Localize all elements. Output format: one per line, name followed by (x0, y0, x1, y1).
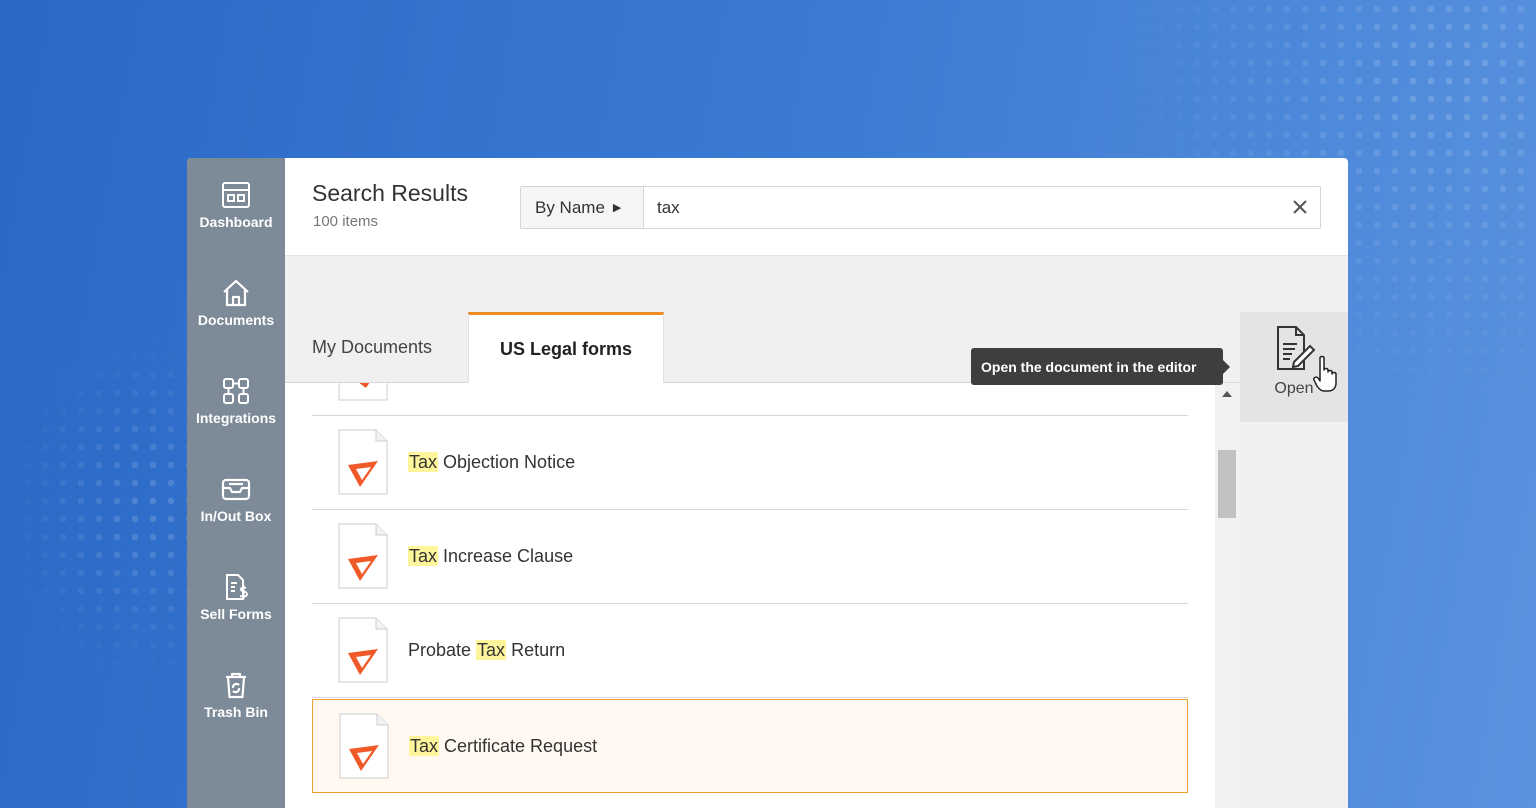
tab-my-documents[interactable]: My Documents (312, 312, 432, 383)
sidebar-item-label: Documents (197, 312, 275, 328)
document-icon (338, 523, 388, 589)
sidebar-item-inout-box[interactable]: In/Out Box (187, 474, 285, 554)
document-icon (338, 429, 388, 495)
open-label: Open (1274, 380, 1314, 397)
main-content: Search Results 100 items By Name ▶ My Do… (285, 158, 1348, 808)
app-window: Dashboard Documents Integrations In/Out … (187, 158, 1348, 808)
document-title: Tax Increase Clause (408, 546, 574, 566)
list-item-selected[interactable]: Tax Certificate Request (312, 699, 1188, 793)
sidebar-item-label: Trash Bin (204, 704, 268, 720)
header: Search Results 100 items By Name ▶ (285, 158, 1348, 256)
list-item[interactable]: Probate Tax Return (312, 604, 1188, 698)
search-highlight: Tax (408, 546, 439, 566)
results-count: 100 items (313, 213, 379, 230)
hand-cursor-icon (1313, 355, 1337, 392)
search-input[interactable] (645, 187, 1275, 228)
toolbar-area (285, 256, 1348, 312)
triangle-right-icon: ▶ (612, 202, 622, 214)
sidebar-item-dashboard[interactable]: Dashboard (187, 180, 285, 260)
close-icon[interactable] (1290, 197, 1310, 217)
inbox-icon (221, 474, 251, 504)
document-title: Probate Tax Return (408, 640, 566, 660)
sidebar-item-label: Sell Forms (200, 606, 272, 622)
open-tooltip: Open the document in the editor (971, 348, 1230, 385)
sidebar-item-label: Dashboard (199, 214, 273, 230)
search-mode-dropdown[interactable]: By Name ▶ (521, 187, 644, 228)
dashboard-icon (221, 180, 251, 210)
scroll-up-icon[interactable] (1222, 391, 1232, 397)
sidebar-item-documents[interactable]: Documents (187, 278, 285, 358)
tab-us-legal-forms[interactable]: US Legal forms (468, 312, 664, 384)
home-icon (221, 278, 251, 308)
results-list: Tax Objection Notice Tax Increase Clause… (285, 383, 1215, 808)
list-item[interactable]: Tax Objection Notice (312, 416, 1188, 510)
sell-forms-icon (221, 572, 251, 602)
sidebar-item-trash-bin[interactable]: Trash Bin (187, 670, 285, 750)
search-highlight: Tax (476, 640, 507, 660)
sidebar-item-integrations[interactable]: Integrations (187, 376, 285, 456)
list-item[interactable] (312, 383, 1188, 416)
document-title: Tax Certificate Request (409, 735, 598, 756)
search-bar: By Name ▶ (520, 186, 1321, 229)
sidebar-item-label: In/Out Box (200, 508, 272, 524)
document-icon (338, 617, 388, 683)
sidebar-item-sell-forms[interactable]: Sell Forms (187, 572, 285, 652)
document-icon (339, 713, 389, 779)
search-highlight: Tax (409, 735, 440, 756)
integrations-icon (221, 376, 251, 406)
scrollbar[interactable] (1215, 383, 1240, 808)
search-highlight: Tax (408, 452, 439, 472)
document-title: Tax Objection Notice (408, 452, 576, 472)
list-item[interactable]: Tax Increase Clause (312, 510, 1188, 604)
scroll-thumb[interactable] (1218, 450, 1236, 518)
sidebar-item-label: Integrations (195, 410, 277, 426)
sidebar: Dashboard Documents Integrations In/Out … (187, 158, 285, 808)
document-icon (338, 383, 388, 401)
search-mode-label: By Name (535, 197, 605, 217)
page-title: Search Results (312, 180, 468, 206)
trash-icon (221, 670, 251, 700)
edit-document-icon (1277, 326, 1316, 370)
